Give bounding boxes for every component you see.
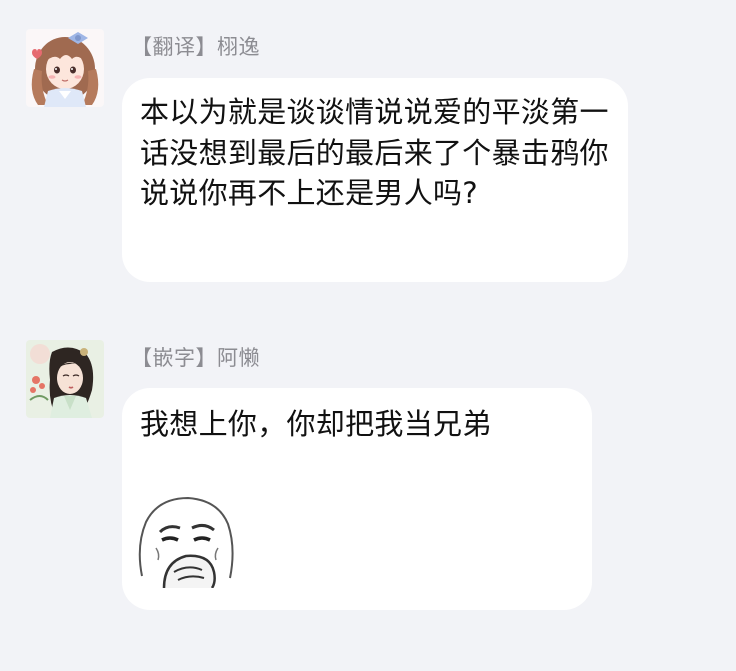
meme-face-sticker-icon <box>138 496 234 588</box>
message-bubble[interactable]: 本以为就是谈谈情说说爱的平淡第一话没想到最后的最后来了个暴击鸦你说说你再不上还是… <box>122 78 628 282</box>
message-bubble[interactable]: 我想上你，你却把我当兄弟 <box>122 388 592 610</box>
message-text: 本以为就是谈谈情说说爱的平淡第一话没想到最后的最后来了个暴击鸦你说说你再不上还是… <box>140 95 609 210</box>
meme-face-sticker[interactable] <box>134 492 238 588</box>
sender-name: 【嵌字】阿懒 <box>131 346 260 370</box>
sender-name: 【翻译】栩逸 <box>131 35 260 59</box>
sender-avatar[interactable] <box>26 29 104 107</box>
chat-view: 【翻译】栩逸 本以为就是谈谈情说说爱的平淡第一话没想到最后的最后来了个暴击鸦你说… <box>0 0 736 671</box>
sender-avatar[interactable] <box>26 340 104 418</box>
message-text: 我想上你，你却把我当兄弟 <box>140 407 492 441</box>
painted-lady-avatar-icon <box>26 340 104 418</box>
anime-girl-avatar-icon <box>26 29 104 107</box>
